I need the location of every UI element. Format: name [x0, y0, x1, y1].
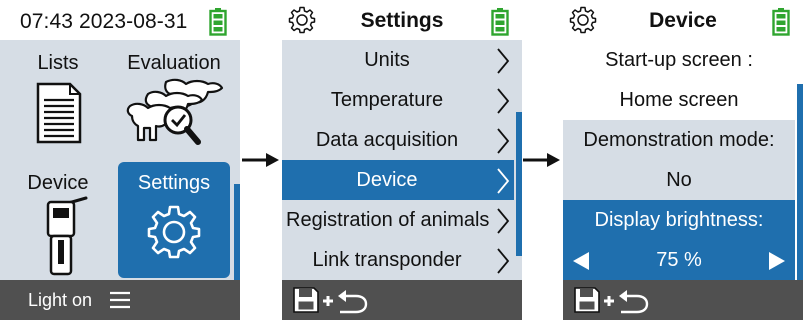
chevron-right-icon: [497, 128, 510, 154]
battery-icon: [772, 8, 790, 36]
save-icon: [293, 287, 319, 313]
menu-item-link-transponder[interactable]: Link transponder: [282, 240, 514, 280]
page-title: Settings: [360, 9, 444, 32]
chevron-right-icon: [497, 208, 510, 234]
status-bar: Settings: [282, 0, 522, 40]
gear-icon: [147, 205, 201, 259]
menu-icon[interactable]: [110, 291, 130, 309]
menu-item-registration-of-animals[interactable]: Registration of animals: [282, 200, 514, 240]
startup-screen-label: Start-up screen :: [605, 49, 753, 71]
battery-icon: [209, 8, 227, 36]
menu-item-label: Units: [364, 49, 410, 71]
scrollbar-thumb[interactable]: [797, 84, 803, 280]
home-screen: 07:43 2023-08-31 Lists Evaluation Device…: [0, 0, 240, 320]
tile-device[interactable]: Device: [2, 162, 114, 278]
scrollbar-thumb[interactable]: [234, 184, 240, 280]
tile-evaluation[interactable]: Evaluation: [118, 42, 230, 158]
handheld-reader-icon: [46, 196, 88, 276]
status-datetime: 07:43 2023-08-31: [20, 10, 187, 34]
tile-lists[interactable]: Lists: [2, 42, 114, 158]
light-on-label[interactable]: Light on: [28, 290, 92, 311]
menu-item-data-acquisition[interactable]: Data acquisition: [282, 120, 514, 160]
device-screen: Device Start-up screen : Home screen Dem…: [563, 0, 803, 320]
menu-item-label: Link transponder: [312, 249, 462, 271]
save-and-back-icon[interactable]: [292, 286, 372, 314]
save-icon: [574, 287, 600, 313]
demo-mode-label-row: Demonstration mode:: [563, 120, 795, 160]
device-settings-list: Start-up screen : Home screen Demonstrat…: [563, 40, 803, 280]
brightness-label: Display brightness:: [594, 209, 764, 231]
status-bar: Device: [563, 0, 803, 40]
flow-arrow-icon: [242, 153, 279, 167]
chevron-right-icon: [497, 88, 510, 114]
scrollbar-thumb[interactable]: [516, 112, 522, 256]
demo-mode-value-row[interactable]: No: [563, 160, 795, 200]
tile-settings-label: Settings: [137, 172, 211, 194]
status-date: 2023-08-31: [79, 10, 188, 33]
page-title: Device: [649, 9, 717, 32]
chevron-right-icon: [497, 168, 510, 194]
save-and-back-icon[interactable]: [573, 286, 653, 314]
chevron-right-icon: [497, 248, 510, 274]
menu-item-device[interactable]: Device: [282, 160, 514, 200]
brightness-value-row[interactable]: 75 %: [563, 240, 795, 280]
evaluation-cattle-magnifier-icon: [126, 78, 224, 145]
status-time: 07:43: [20, 10, 74, 33]
undo-icon: [338, 290, 368, 314]
settings-list: Units Temperature Data acquisition Devic…: [282, 40, 522, 280]
brightness-label-row: Display brightness:: [563, 200, 795, 240]
home-tiles-area: Lists Evaluation Device Settings: [0, 40, 240, 280]
tile-evaluation-label: Evaluation: [127, 52, 221, 74]
chevron-right-icon: [497, 48, 510, 74]
bottom-bar: [282, 280, 522, 320]
status-bar: 07:43 2023-08-31: [0, 0, 240, 40]
bottom-bar: Light on: [0, 280, 240, 320]
tile-lists-label: Lists: [37, 52, 79, 74]
bottom-bar: [563, 280, 803, 320]
menu-item-label: Temperature: [330, 89, 444, 111]
brightness-value: 75 %: [656, 249, 702, 271]
tile-settings[interactable]: Settings: [118, 162, 230, 278]
undo-icon: [619, 290, 649, 314]
menu-item-label: Device: [356, 169, 418, 191]
menu-item-label: Registration of animals: [286, 209, 490, 231]
menu-item-temperature[interactable]: Temperature: [282, 80, 514, 120]
startup-screen-label-row: Start-up screen :: [563, 40, 795, 80]
menu-item-units[interactable]: Units: [282, 40, 514, 80]
tile-device-label: Device: [27, 172, 89, 194]
battery-icon: [491, 8, 509, 36]
startup-screen-value-row[interactable]: Home screen: [563, 80, 795, 120]
startup-screen-value: Home screen: [619, 89, 739, 111]
menu-item-label: Data acquisition: [315, 129, 459, 151]
arrow-right-icon[interactable]: [769, 252, 785, 270]
settings-screen: Settings Units Temperature Data acquisit…: [282, 0, 522, 320]
demo-mode-value: No: [666, 169, 692, 191]
list-document-icon: [36, 82, 82, 144]
flow-arrow-icon: [523, 153, 560, 167]
demo-mode-label: Demonstration mode:: [583, 129, 775, 151]
